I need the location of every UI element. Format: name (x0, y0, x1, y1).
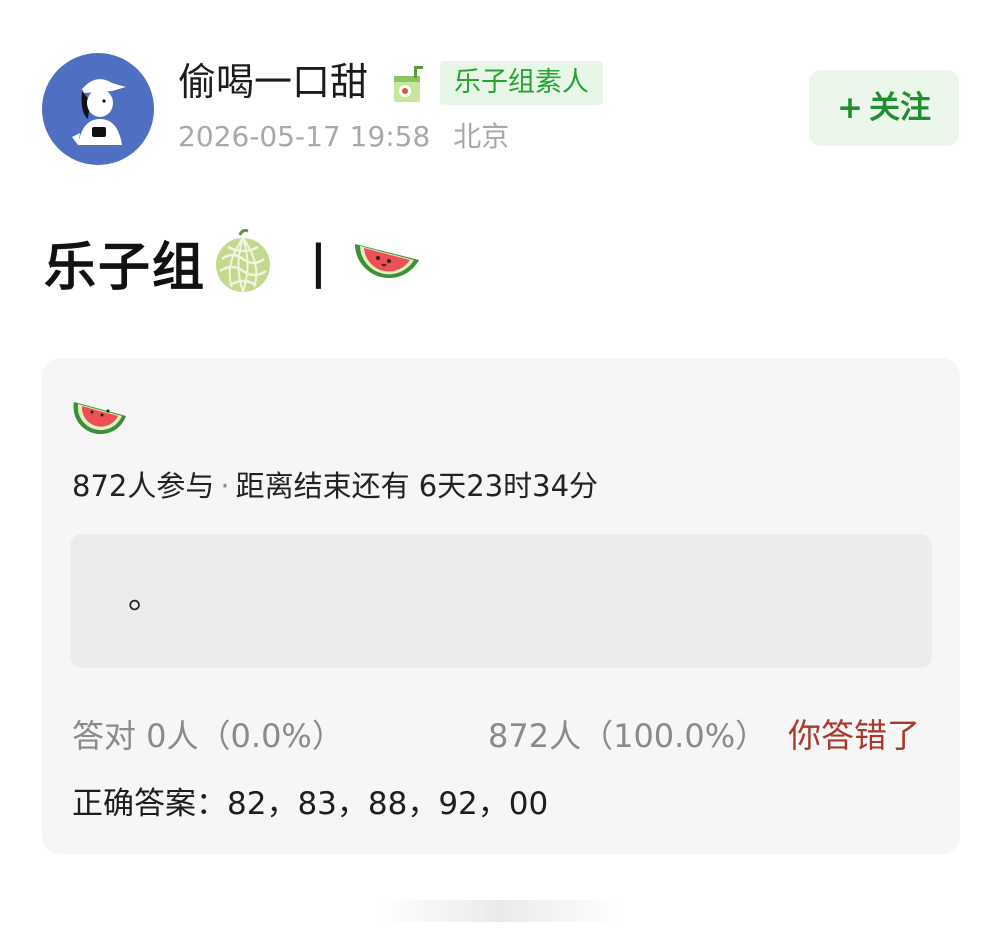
melon-icon (216, 229, 271, 293)
time-remaining: 距离结束还有 6天23时34分 (235, 469, 599, 503)
separator-dot: · (220, 469, 230, 503)
follow-button[interactable]: + 关注 (809, 70, 959, 146)
wrong-answer-message: 你答错了 (788, 716, 920, 755)
participant-count: 872人参与 (72, 469, 215, 503)
watermelon-icon (354, 244, 419, 278)
wrong-stat: 872人（100.0%） (488, 717, 768, 755)
quiz-option-text: 。 (128, 577, 162, 617)
author-name[interactable]: 偷喝一口甜 (178, 57, 368, 107)
juice-box-icon (394, 66, 423, 102)
follow-label: 关注 (868, 90, 931, 126)
post-title-text: 乐子组 (44, 237, 207, 298)
quiz-status: 872人参与 · 距离结束还有 6天23时34分 (72, 466, 598, 506)
bottom-divider (380, 900, 620, 922)
quiz-card: 872人参与 · 距离结束还有 6天23时34分 。 答对 0人（0.0%） 872… (42, 358, 960, 854)
post-title: 乐子组 | (44, 222, 423, 302)
cartoon-person-avatar-icon (72, 79, 126, 145)
watermelon-icon (73, 402, 126, 435)
title-separator: | (310, 235, 327, 289)
post-datetime: 2026-05-17 19:58 (178, 120, 431, 153)
avatar[interactable] (42, 53, 154, 165)
user-group-badge[interactable]: 乐子组素人 (440, 61, 603, 105)
correct-stat: 答对 0人（0.0%） (72, 717, 344, 755)
post-location: 北京 (453, 120, 510, 153)
correct-answer: 正确答案：82，83，88，92，00 (72, 786, 549, 822)
post-meta: 2026-05-17 19:58 北京 (178, 117, 509, 157)
plus-icon: + (837, 90, 863, 126)
quiz-option[interactable]: 。 (70, 534, 932, 668)
